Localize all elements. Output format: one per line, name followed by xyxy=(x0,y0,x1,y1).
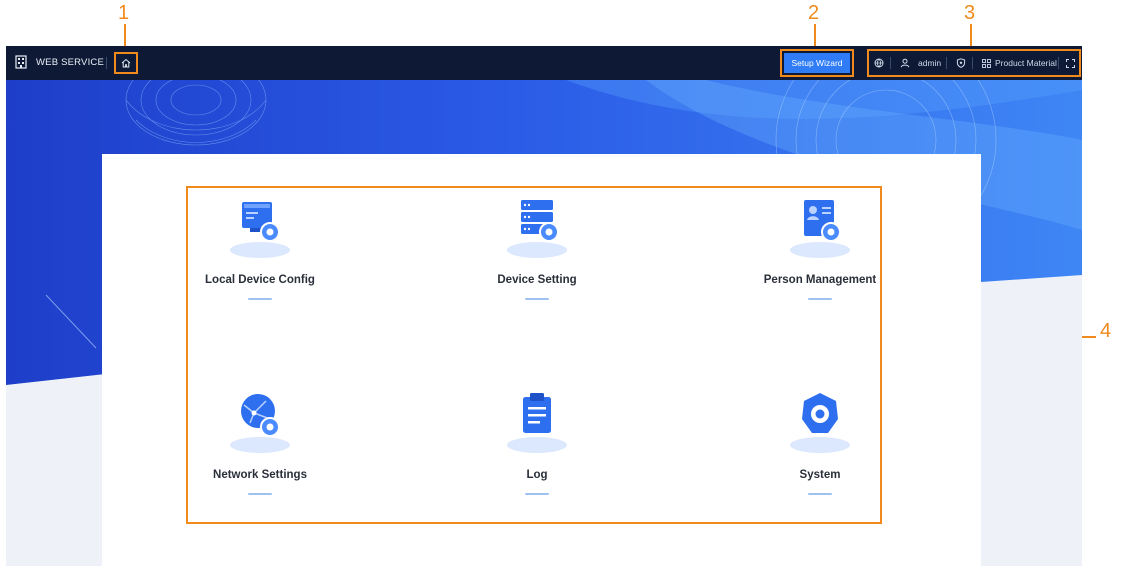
callout-2: 2 xyxy=(808,2,820,24)
top-navigation-bar: WEB SERVICE Setup Wizard admin Product M… xyxy=(6,46,1082,80)
callout-4-box xyxy=(186,186,882,524)
brand-name: WEB SERVICE xyxy=(36,56,105,68)
brand: WEB SERVICE xyxy=(14,55,104,69)
callout-3-box xyxy=(867,49,1081,77)
callout-3: 3 xyxy=(964,2,976,24)
divider xyxy=(106,57,107,69)
callout-2-box xyxy=(780,49,854,77)
callout-1: 1 xyxy=(118,2,130,24)
callout-1-box xyxy=(114,52,138,74)
callout-4: 4 xyxy=(1100,320,1112,342)
app-window: WEB SERVICE Setup Wizard admin Product M… xyxy=(6,46,1082,566)
building-icon xyxy=(15,55,27,69)
